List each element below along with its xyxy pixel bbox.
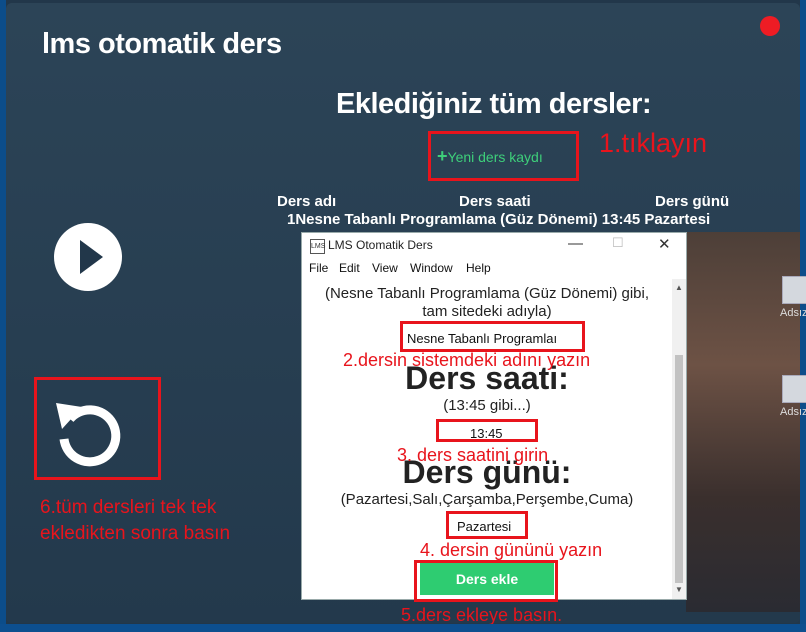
- desktop-icon-label: Adsız: [780, 307, 806, 319]
- scroll-up-icon[interactable]: ▲: [675, 283, 683, 292]
- annotation-step1: 1.tıklayın: [599, 128, 708, 158]
- minimize-icon[interactable]: —: [568, 235, 583, 252]
- scrollbar[interactable]: ▲ ▼: [672, 279, 686, 599]
- highlight-box-step4: [446, 511, 528, 539]
- annotation-step4: 4. dersin gününü yazın: [420, 540, 603, 560]
- desktop-icon-label: Adsız: [780, 406, 806, 418]
- app-title: lms otomatik ders: [42, 28, 282, 60]
- menu-window[interactable]: Window: [410, 261, 453, 275]
- window-title: LMS Otomatik Ders: [328, 238, 433, 252]
- desktop-file-icon[interactable]: [782, 375, 806, 403]
- table-row: 1Nesne Tabanlı Programlama (Güz Dönemi) …: [287, 211, 711, 228]
- close-icon[interactable]: ✕: [658, 235, 671, 253]
- play-icon[interactable]: [54, 223, 122, 291]
- taskbar: [0, 624, 806, 632]
- courses-heading: Eklediğiniz tüm dersler:: [336, 88, 652, 120]
- app-icon: LMS: [310, 239, 325, 254]
- highlight-box-step2: [400, 321, 585, 352]
- name-hint-line2: tam sitedeki adıyla): [422, 303, 552, 320]
- name-hint-line1: (Nesne Tabanlı Programlama (Güz Dönemi) …: [324, 285, 650, 302]
- window-titlebar: LMS LMS Otomatik Ders — ☐ ✕: [302, 233, 686, 258]
- time-hint: (13:45 gibi...): [443, 397, 531, 414]
- annotation-step6-line2: ekledikten sonra basın: [40, 523, 231, 544]
- highlight-box-step1: [428, 131, 579, 181]
- desktop-file-icon[interactable]: [782, 276, 806, 304]
- scroll-down-icon[interactable]: ▼: [675, 585, 683, 594]
- day-hint: (Pazartesi,Salı,Çarşamba,Perşembe,Cuma): [340, 491, 634, 508]
- column-header-time: Ders saati: [459, 193, 531, 210]
- column-header-day: Ders günü: [655, 193, 730, 210]
- annotation-step6-line1: 6.tüm dersleri tek tek: [40, 497, 217, 518]
- scrollbar-thumb[interactable]: [675, 355, 683, 583]
- close-icon[interactable]: [760, 16, 780, 36]
- annotation-step2: 2.dersin sistemdeki adını yazın: [343, 350, 591, 370]
- column-header-name: Ders adı: [277, 193, 337, 210]
- annotation-step3: 3. ders saatini girin: [397, 445, 549, 465]
- menu-bar: File Edit View Window Help: [302, 259, 686, 279]
- menu-help[interactable]: Help: [466, 261, 491, 275]
- annotation-step5: 5.ders ekleye basın.: [401, 605, 563, 625]
- highlight-box-step5: [414, 560, 558, 602]
- menu-view[interactable]: View: [372, 261, 398, 275]
- highlight-box-step6: [34, 377, 161, 480]
- highlight-box-step3: [436, 419, 538, 442]
- maximize-icon[interactable]: ☐: [612, 235, 624, 251]
- menu-file[interactable]: File: [309, 261, 328, 275]
- menu-edit[interactable]: Edit: [339, 261, 360, 275]
